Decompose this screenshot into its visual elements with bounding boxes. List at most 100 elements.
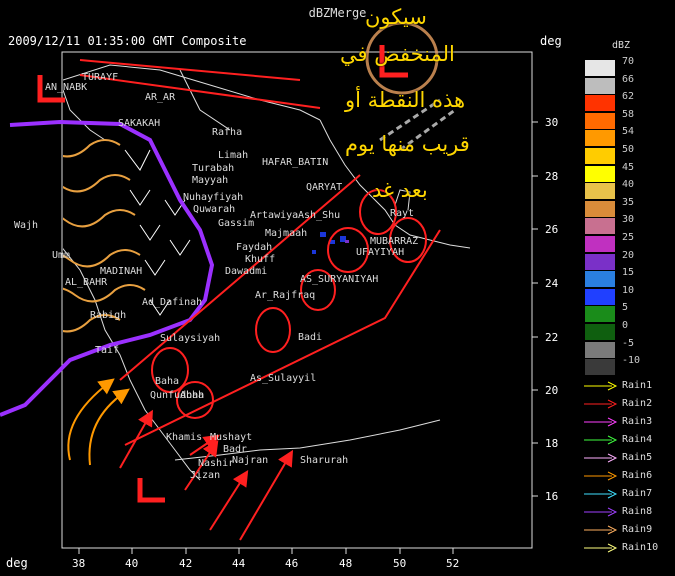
place-label: Turabah <box>192 163 235 174</box>
map-canvas <box>0 21 471 541</box>
arrow-icon <box>584 399 618 409</box>
place-label: QARYAT <box>306 182 343 193</box>
legend-swatch-label: 58 <box>622 108 635 120</box>
legend-swatch <box>585 236 615 252</box>
legend-swatch-label: 20 <box>622 249 635 261</box>
place-label: AR_AR <box>145 92 176 103</box>
place-label: Gassim <box>218 218 255 229</box>
legend-swatch <box>585 148 615 164</box>
rain-legend-item: Rain5 <box>582 450 672 466</box>
legend-swatch-label: 35 <box>622 196 635 208</box>
place-label: AS_SURYANIYAH <box>300 274 379 285</box>
legend-swatch-label: 66 <box>622 73 635 85</box>
place-label: Sulaysiyah <box>160 333 221 344</box>
rain-legend-item: Rain1 <box>582 378 672 394</box>
place-label: Rafha <box>212 127 243 138</box>
place-label: Ash_Shu <box>298 210 341 221</box>
rain-legend-item: Rain8 <box>582 504 672 520</box>
rain-legend-label: Rain4 <box>622 434 653 445</box>
legend-swatch <box>585 218 615 235</box>
l-marker-sw <box>137 478 165 503</box>
rain-legend-label: Rain9 <box>622 524 653 535</box>
arrow-icon <box>584 489 618 499</box>
rain-legend-label: Rain7 <box>622 488 653 499</box>
legend-swatch-label: 25 <box>622 232 635 243</box>
place-label: Badr <box>223 444 248 455</box>
legend-swatch-label: 30 <box>622 214 635 226</box>
legend-swatch <box>585 112 615 129</box>
place-label: Rayt <box>390 208 415 219</box>
legend-swatch <box>585 77 615 94</box>
place-label: Quwarah <box>193 204 236 215</box>
rain-legend-item: Rain6 <box>582 468 672 484</box>
arrow-icon <box>584 453 618 463</box>
place-label: Ad_Dafinah <box>142 297 203 308</box>
sinai <box>63 89 106 141</box>
legend-swatch <box>585 183 615 200</box>
legend-swatch-label: 50 <box>622 144 635 155</box>
place-label: Dawadmi <box>225 266 268 277</box>
place-label: Khuff <box>245 254 276 265</box>
legend-swatch-label: 15 <box>622 267 635 279</box>
rain-legend-item: Rain7 <box>582 486 672 502</box>
legend-swatch-label: 10 <box>622 284 635 296</box>
annotation-line-3: هذه النقطة أو <box>345 88 466 112</box>
legend-swatch <box>585 341 615 358</box>
legend-swatch-label: 54 <box>622 126 635 138</box>
rain-legend-label: Rain8 <box>622 506 653 517</box>
legend-title: dBZ <box>612 40 631 51</box>
rain-legend-label: Rain2 <box>622 398 653 409</box>
arrow-icon <box>584 543 618 553</box>
misc-border <box>179 69 231 131</box>
annotation-line-5: بعد غد <box>372 178 428 202</box>
rain-legend-item: Rain3 <box>582 414 672 430</box>
legend-swatch <box>585 130 615 147</box>
place-label: Umm <box>52 250 71 261</box>
place-label: Taif <box>95 345 120 356</box>
place-label: Sharurah <box>300 455 349 466</box>
place-label: Najran <box>232 455 269 466</box>
legend-swatch <box>585 288 615 305</box>
rain-legend-label: Rain5 <box>622 452 653 463</box>
rain-legend-label: Rain3 <box>622 416 653 427</box>
arrow-icon <box>584 471 618 481</box>
rain-legend-item: Rain4 <box>582 432 672 448</box>
place-label: MADINAH <box>100 266 143 277</box>
place-label: Nashir <box>198 458 235 469</box>
legend-swatch <box>585 253 615 270</box>
arrow-icon <box>584 417 618 427</box>
legend-swatch <box>585 200 615 217</box>
place-label: Wajh <box>14 220 39 231</box>
place-label: SAKAKAH <box>118 118 161 129</box>
legend-swatch <box>585 324 615 340</box>
legend-swatch-label: 45 <box>622 161 635 173</box>
place-label: Majmaah <box>265 228 308 239</box>
rain-legend-label: Rain6 <box>622 470 653 481</box>
radar-window: dBZMerge 2009/12/11 01:35:00 GMT Composi… <box>0 0 675 576</box>
annotation-line-1: سيكون <box>365 5 427 29</box>
legend-swatch-label: -5 <box>622 337 635 349</box>
place-label: Jizan <box>190 470 221 481</box>
arrow-icon <box>584 435 618 445</box>
arrow-icon <box>584 525 618 535</box>
place-label: Limah <box>218 150 249 161</box>
rain-legend-item: Rain2 <box>582 396 672 412</box>
place-label: Nuhayfiyah <box>183 192 244 203</box>
place-label: UFAYIYAH <box>356 247 405 258</box>
legend-swatch <box>585 95 615 112</box>
rain-legend-label: Rain10 <box>622 542 659 553</box>
legend-swatch-label: -10 <box>622 355 641 367</box>
place-label: Abha <box>180 390 205 401</box>
place-label: MUBARRAZ <box>370 236 419 247</box>
annotation-line-4: قريب منها يوم <box>345 132 470 156</box>
place-label: Artawiya <box>250 210 299 221</box>
place-label: Baha <box>155 376 180 387</box>
place-label: HAFAR_BATIN <box>262 157 329 168</box>
place-label: AL_BAHR <box>65 277 108 288</box>
rain-legend-item: Rain9 <box>582 522 672 538</box>
place-label: AN_NABK <box>45 82 88 93</box>
arrow-icon <box>584 507 618 517</box>
legend-swatch-label: 40 <box>622 179 635 191</box>
place-label: Faydah <box>236 242 273 253</box>
place-label: Badi <box>298 332 323 343</box>
